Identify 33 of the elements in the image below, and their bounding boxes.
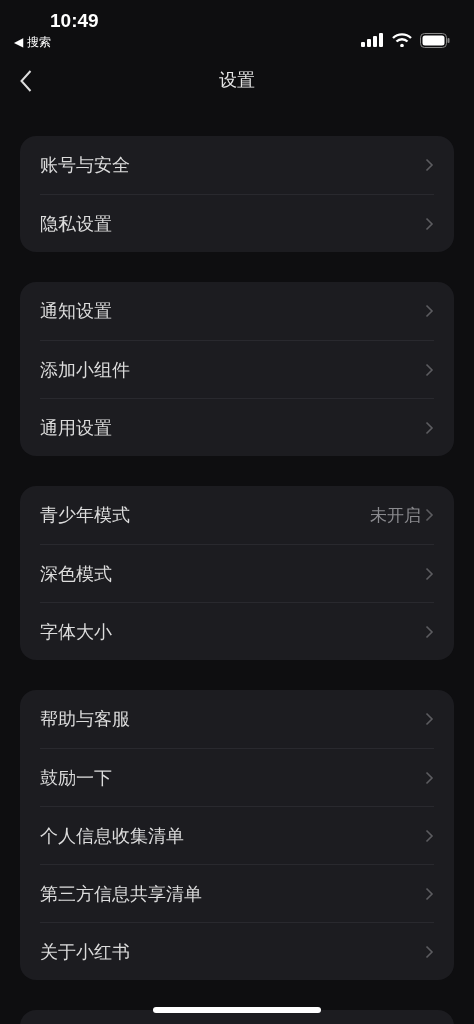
settings-item[interactable]: 青少年模式 — [40, 503, 130, 527]
settings-item[interactable]: 字体大小 — [40, 619, 112, 644]
chevron-icon — [425, 216, 434, 231]
wifi-icon — [392, 33, 412, 47]
chevron-icon — [425, 566, 434, 581]
chevron-icon — [425, 420, 434, 435]
chevron-icon — [425, 624, 434, 639]
chevron-icon — [425, 712, 434, 726]
settings-item[interactable]: 鼓励一下 — [40, 765, 112, 790]
settings-item[interactable]: 账号与安全 — [40, 153, 130, 177]
page-title: 设置 — [219, 68, 255, 92]
status-time: 10:49 — [50, 10, 99, 32]
chevron-icon — [425, 886, 434, 901]
back-to-app-link[interactable]: ◀ 搜索 — [14, 34, 52, 51]
settings-item[interactable]: 通知设置 — [40, 299, 112, 323]
settings-item[interactable]: 个人信息收集清单 — [40, 823, 184, 848]
signal-icon — [361, 33, 384, 47]
chevron-icon — [425, 944, 434, 959]
settings-item[interactable]: 添加小组件 — [40, 357, 130, 382]
battery-icon — [420, 32, 450, 48]
settings-item[interactable]: 隐私设置 — [40, 211, 112, 236]
settings-item[interactable]: 深色模式 — [40, 561, 112, 586]
chevron-icon — [425, 304, 434, 318]
chevron-icon — [425, 770, 434, 785]
settings-item[interactable]: 关于小红书 — [40, 939, 130, 964]
settings-item[interactable]: 帮助与客服 — [40, 707, 130, 731]
settings-item[interactable]: 通用设置 — [40, 415, 112, 440]
settings-item[interactable]: 第三方信息共享清单 — [40, 881, 202, 906]
setting-value: 未开启 — [370, 503, 421, 527]
chevron-icon — [425, 508, 434, 522]
chevron-icon — [425, 828, 434, 843]
chevron-icon — [425, 362, 434, 377]
chevron-icon — [425, 158, 434, 172]
